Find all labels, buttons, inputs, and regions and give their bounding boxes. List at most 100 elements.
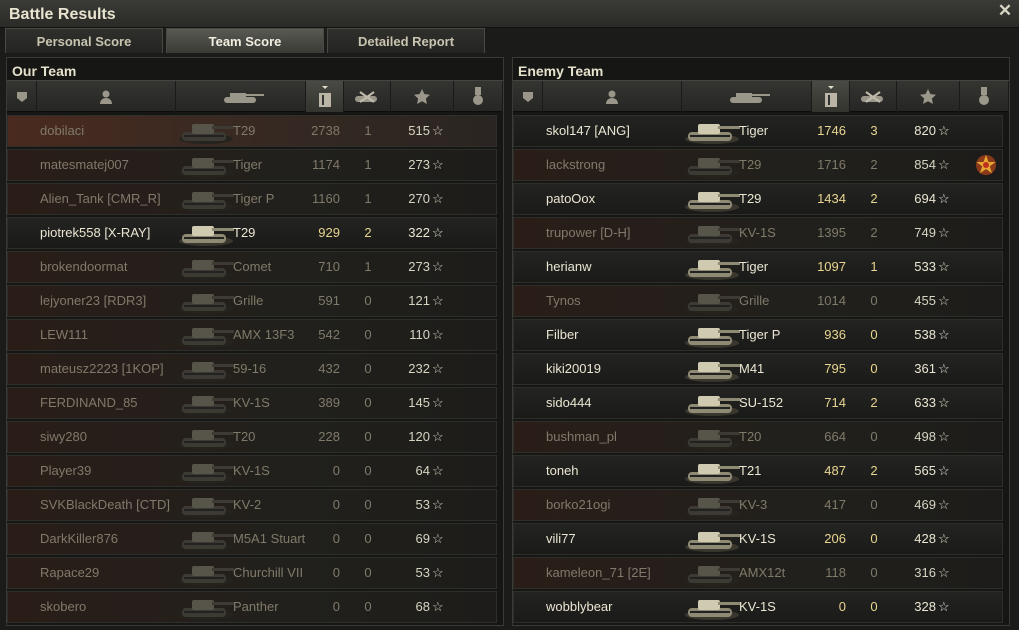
player-row[interactable]: lejyoner23 [RDR3] Grille 591 0 121 ☆ (7, 285, 497, 317)
kills-value: 1 (364, 259, 372, 274)
column-damage-header[interactable] (306, 81, 344, 112)
close-icon[interactable]: ✕ (997, 2, 1013, 19)
damage-value: 1746 (817, 123, 846, 138)
kills-value: 2 (870, 191, 878, 206)
damage-value: 591 (318, 293, 340, 308)
player-name: brokendoormat (40, 259, 128, 274)
player-row[interactable]: skol147 [ANG] Tiger 1746 3 820 ☆ (513, 115, 1003, 147)
damage-value: 206 (824, 531, 846, 546)
player-name: DarkKiller876 (40, 531, 119, 546)
player-row[interactable]: SVKBlackDeath [CTD] KV-2 0 0 53 ☆ (7, 489, 497, 521)
player-row[interactable]: trupower [D-H] KV-1S 1395 2 749 ☆ (513, 217, 1003, 249)
player-row[interactable]: kameleon_71 [2E] AMX12t 118 0 316 ☆ (513, 557, 1003, 589)
experience-value: 145 (408, 395, 430, 410)
column-kills-header[interactable] (344, 81, 391, 112)
player-row[interactable]: Alien_Tank [CMR_R] Tiger P 1160 1 270 ☆ (7, 183, 497, 215)
column-medal-header[interactable] (960, 81, 1009, 112)
player-row[interactable]: siwy280 T20 228 0 120 ☆ (7, 421, 497, 453)
kills-value: 2 (364, 225, 372, 240)
player-row[interactable]: skobero Panther 0 0 68 ☆ (7, 591, 497, 623)
kills-value: 2 (870, 395, 878, 410)
player-row[interactable]: Rapace29 Churchill VII 0 0 53 ☆ (7, 557, 497, 589)
player-name: LEW111 (40, 327, 88, 342)
experience-value: 455 (914, 293, 936, 308)
tank-icon (176, 491, 236, 520)
player-row[interactable]: DarkKiller876 M5A1 Stuart 0 0 69 ☆ (7, 523, 497, 555)
experience-value: 53 (415, 497, 430, 512)
player-row[interactable]: LEW111 AMX 13F3 542 0 110 ☆ (7, 319, 497, 351)
tank-icon (682, 423, 742, 452)
column-medal-header[interactable] (454, 81, 503, 112)
tank-icon (176, 117, 236, 146)
star-icon: ☆ (432, 565, 444, 580)
player-row[interactable]: piotrek558 [X-RAY] T29 929 2 322 ☆ (7, 217, 497, 249)
tab-detailed-report[interactable]: Detailed Report (327, 28, 485, 53)
player-row[interactable]: sido444 SU-152 714 2 633 ☆ (513, 387, 1003, 419)
column-squad-header[interactable] (7, 81, 37, 112)
player-name: dobilaci (40, 123, 85, 138)
player-row[interactable]: bushman_pl T20 664 0 498 ☆ (513, 421, 1003, 453)
player-row[interactable]: Player39 KV-1S 0 0 64 ☆ (7, 455, 497, 487)
star-icon: ☆ (938, 565, 950, 580)
tab-team-score[interactable]: Team Score (166, 28, 324, 53)
player-row[interactable]: lackstrong T29 1716 2 854 ☆ (513, 149, 1003, 181)
star-icon: ☆ (938, 191, 950, 206)
column-player-header[interactable] (37, 81, 176, 112)
medal-icon (472, 86, 484, 107)
experience-value: 533 (914, 259, 936, 274)
player-row[interactable]: patoOox T29 1434 2 694 ☆ (513, 183, 1003, 215)
star-icon: ☆ (432, 293, 444, 308)
damage-value: 228 (318, 429, 340, 444)
our-team-header (7, 80, 503, 112)
star-icon: ☆ (938, 293, 950, 308)
column-experience-header[interactable] (897, 81, 960, 112)
column-vehicle-header[interactable] (176, 81, 306, 112)
tank-icon (176, 321, 236, 350)
player-row[interactable]: Filber Tiger P 936 0 538 ☆ (513, 319, 1003, 351)
enemy-team-title: Enemy Team (518, 63, 604, 79)
kills-value: 0 (870, 497, 878, 512)
damage-value: 0 (332, 599, 340, 614)
player-row[interactable]: herianw Tiger 1097 1 533 ☆ (513, 251, 1003, 283)
tank-icon (682, 525, 742, 554)
damage-value: 936 (824, 327, 846, 342)
player-row[interactable]: vili77 KV-1S 206 0 428 ☆ (513, 523, 1003, 555)
star-icon: ☆ (432, 599, 444, 614)
tank-icon (682, 321, 742, 350)
tank-icon (176, 525, 236, 554)
player-row[interactable]: kiki20019 M41 795 0 361 ☆ (513, 353, 1003, 385)
medal-icon[interactable] (974, 153, 998, 177)
player-row[interactable]: matesmatej007 Tiger 1174 1 273 ☆ (7, 149, 497, 181)
player-row[interactable]: toneh T21 487 2 565 ☆ (513, 455, 1003, 487)
experience-value: 428 (914, 531, 936, 546)
experience-icon (919, 88, 937, 106)
column-squad-header[interactable] (513, 81, 543, 112)
vehicle-icon (722, 89, 772, 105)
player-row[interactable]: brokendoormat Comet 710 1 273 ☆ (7, 251, 497, 283)
player-row[interactable]: Tynos Grille 1014 0 455 ☆ (513, 285, 1003, 317)
column-damage-header[interactable] (812, 81, 850, 112)
star-icon: ☆ (432, 429, 444, 444)
column-kills-header[interactable] (850, 81, 897, 112)
experience-value: 273 (408, 157, 430, 172)
player-row[interactable]: wobblybear KV-1S 0 0 328 ☆ (513, 591, 1003, 623)
player-row[interactable]: mateusz2223 [1KOP] 59-16 432 0 232 ☆ (7, 353, 497, 385)
kills-value: 0 (364, 361, 372, 376)
tank-icon (682, 389, 742, 418)
star-icon: ☆ (938, 225, 950, 240)
column-vehicle-header[interactable] (682, 81, 812, 112)
damage-value: 710 (318, 259, 340, 274)
star-icon: ☆ (432, 225, 444, 240)
kills-value: 1 (364, 191, 372, 206)
star-icon: ☆ (432, 259, 444, 274)
player-row[interactable]: borko21ogi KV-3 417 0 469 ☆ (513, 489, 1003, 521)
column-experience-header[interactable] (391, 81, 454, 112)
tab-personal-score[interactable]: Personal Score (5, 28, 163, 53)
damage-value: 118 (825, 565, 846, 580)
experience-value: 64 (415, 463, 430, 478)
column-player-header[interactable] (543, 81, 682, 112)
experience-value: 53 (415, 565, 430, 580)
experience-value: 538 (914, 327, 936, 342)
player-row[interactable]: FERDINAND_85 KV-1S 389 0 145 ☆ (7, 387, 497, 419)
player-row[interactable]: dobilaci T29 2738 1 515 ☆ (7, 115, 497, 147)
